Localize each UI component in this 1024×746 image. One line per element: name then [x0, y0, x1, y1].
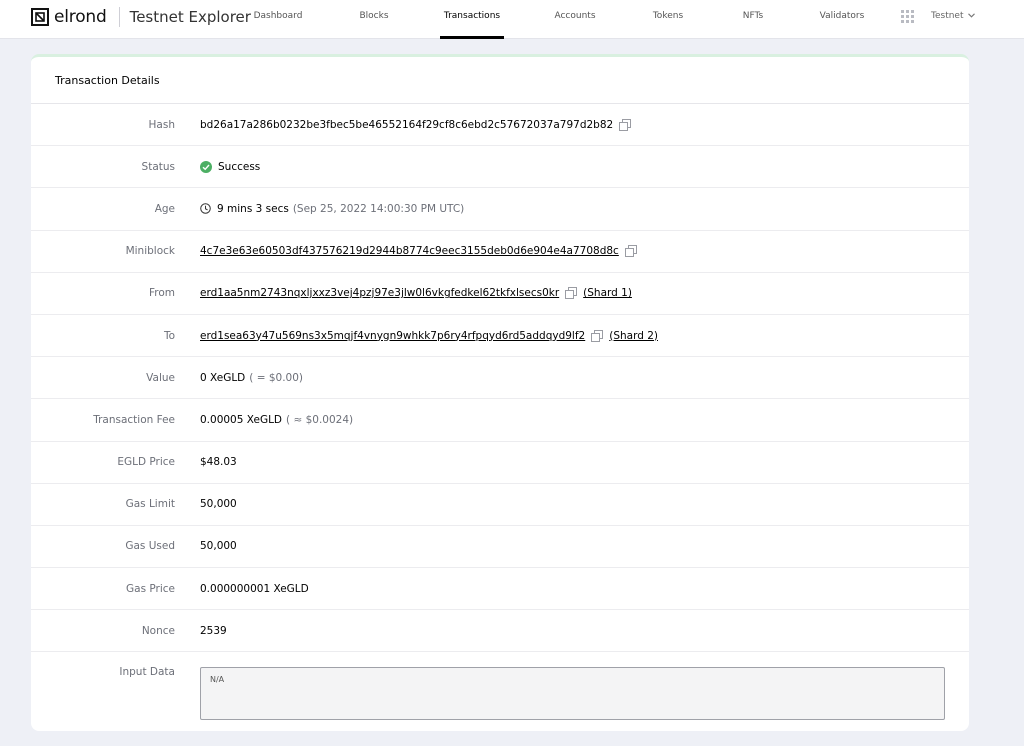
apps-grid-icon[interactable] — [901, 10, 914, 23]
row-nonce: Nonce 2539 — [31, 610, 969, 653]
row-transaction-fee: Transaction Fee 0.00005 XeGLD ( ≈ $0.002… — [31, 399, 969, 442]
nav-nfts[interactable]: NFTs — [740, 0, 766, 39]
value-usd: ( = $0.00) — [249, 371, 304, 384]
price-value: $48.03 — [200, 456, 237, 469]
to-label: To — [163, 329, 175, 342]
status-value: Success — [218, 160, 261, 173]
gas-limit-label: Gas Limit — [125, 498, 175, 511]
from-shard-link[interactable]: (Shard 1) — [583, 287, 632, 299]
copy-icon[interactable] — [565, 287, 578, 300]
price-label: EGLD Price — [117, 456, 175, 469]
row-age: Age 9 mins 3 secs (Sep 25, 2022 14:00:30… — [31, 188, 969, 231]
miniblock-label: Miniblock — [125, 245, 175, 258]
gas-limit-value: 50,000 — [200, 498, 237, 511]
row-hash: Hash bd26a17a286b0232be3fbec5be46552164f… — [31, 104, 969, 147]
copy-icon[interactable] — [619, 118, 632, 131]
fee-label: Transaction Fee — [93, 413, 175, 426]
row-from: From erd1aa5nm2743nqxljxxz3vej4pzj97e3jl… — [31, 273, 969, 315]
age-value: 9 mins 3 secs — [217, 202, 289, 215]
nav-dashboard[interactable]: Dashboard — [251, 0, 305, 39]
gas-used-value: 50,000 — [200, 540, 237, 553]
input-data-textarea[interactable]: N/A — [200, 667, 945, 721]
miniblock-link[interactable]: 4c7e3e63e60503df437576219d2944b8774c9eec… — [200, 245, 619, 257]
age-timestamp: (Sep 25, 2022 14:00:30 PM UTC) — [292, 202, 465, 215]
success-check-icon — [200, 160, 212, 173]
brand[interactable]: elrond Testnet Explorer — [31, 7, 251, 27]
chevron-down-icon — [968, 13, 976, 18]
nav-tokens[interactable]: Tokens — [650, 0, 686, 39]
network-selector[interactable]: Testnet — [931, 0, 976, 33]
row-gas-limit: Gas Limit 50,000 — [31, 484, 969, 526]
gas-used-label: Gas Used — [125, 540, 175, 553]
row-to: To erd1sea63y47u569ns3x5mqjf4vnygn9whkk7… — [31, 315, 969, 358]
nav-blocks[interactable]: Blocks — [353, 0, 395, 39]
hash-label: Hash — [148, 118, 175, 131]
from-label: From — [148, 287, 175, 300]
product-name: Testnet Explorer — [129, 8, 251, 26]
gas-price-label: Gas Price — [126, 582, 175, 595]
nav-accounts[interactable]: Accounts — [552, 0, 598, 39]
input-data-label: Input Data — [119, 666, 175, 679]
nav-validators[interactable]: Validators — [818, 0, 866, 39]
to-shard-link[interactable]: (Shard 2) — [609, 330, 658, 342]
copy-icon[interactable] — [624, 245, 637, 258]
row-value: Value 0 XeGLD ( = $0.00) — [31, 357, 969, 400]
status-label: Status — [141, 160, 175, 173]
transaction-details-card: Transaction Details Hash bd26a17a286b023… — [31, 54, 969, 731]
top-navbar: elrond Testnet Explorer Dashboard Blocks… — [0, 0, 1024, 39]
nonce-value: 2539 — [200, 624, 227, 637]
row-gas-used: Gas Used 50,000 — [31, 526, 969, 569]
elrond-logo-icon — [31, 8, 49, 26]
fee-usd: ( ≈ $0.0024) — [286, 413, 354, 426]
network-label: Testnet — [931, 11, 964, 21]
nonce-label: Nonce — [141, 624, 175, 637]
value-label: Value — [146, 371, 175, 384]
row-gas-price: Gas Price 0.000000001 XeGLD — [31, 568, 969, 611]
nav-transactions[interactable]: Transactions — [440, 0, 504, 39]
hash-value: bd26a17a286b0232be3fbec5be46552164f29cf8… — [200, 118, 614, 131]
clock-icon — [200, 203, 211, 215]
brand-name: elrond — [54, 7, 107, 27]
row-egld-price: EGLD Price $48.03 — [31, 442, 969, 484]
gas-price-value: 0.000000001 XeGLD — [200, 582, 309, 595]
from-address-link[interactable]: erd1aa5nm2743nqxljxxz3vej4pzj97e3jlw0l6v… — [200, 287, 559, 299]
to-address-link[interactable]: erd1sea63y47u569ns3x5mqjf4vnygn9whkk7p6r… — [200, 330, 585, 342]
card-title: Transaction Details — [31, 57, 969, 104]
brand-divider — [118, 7, 120, 27]
row-status: Status Success — [31, 146, 969, 189]
row-miniblock: Miniblock 4c7e3e63e60503df437576219d2944… — [31, 231, 969, 273]
copy-icon[interactable] — [591, 329, 604, 342]
value-amount: 0 XeGLD — [200, 371, 246, 384]
fee-amount: 0.00005 XeGLD — [200, 413, 283, 426]
age-label: Age — [154, 202, 175, 215]
row-input-data: Input Data N/A — [31, 652, 969, 731]
